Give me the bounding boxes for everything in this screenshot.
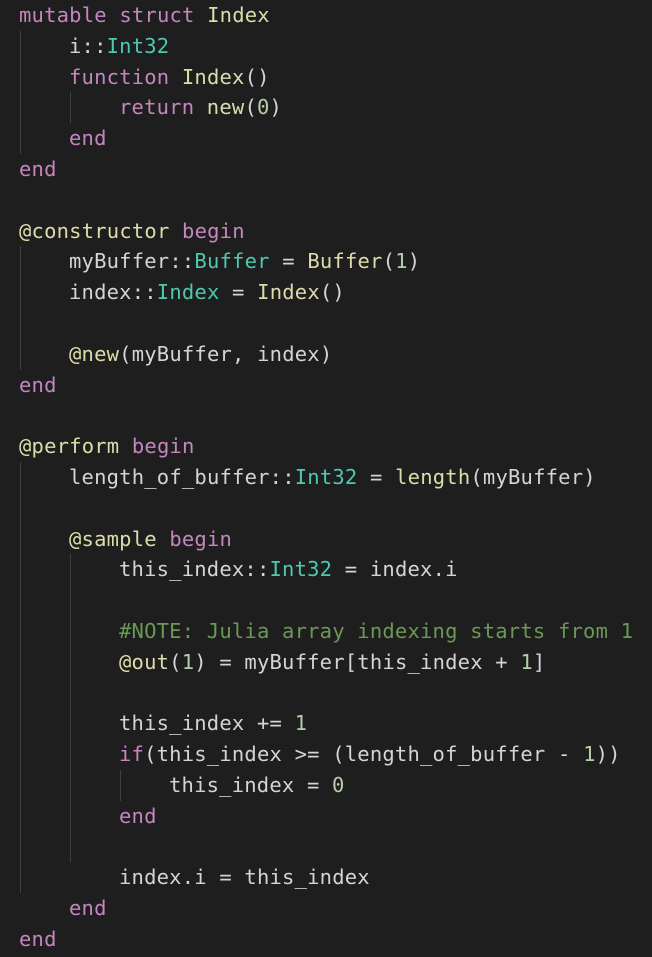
code-token: 1 (181, 649, 195, 674)
code-line[interactable]: myBuffer::Buffer = Buffer(1) (69, 246, 420, 276)
code-token: @out (119, 649, 170, 674)
code-token: ( (244, 95, 257, 120)
code-token: ) (269, 95, 283, 120)
code-token: end (69, 896, 107, 921)
code-token: (this_index >= (length_of_buffer - (144, 742, 584, 767)
code-token: Int32 (294, 465, 358, 489)
code-token: new (194, 95, 245, 120)
code-token: index.i = this_index (119, 865, 370, 890)
code-line[interactable]: @new(myBuffer, index) (69, 339, 332, 369)
code-token: Index (257, 280, 320, 305)
code-token: = index.i (332, 557, 458, 582)
code-line[interactable]: #NOTE: Julia array indexing starts from … (119, 616, 633, 646)
code-token: ( (169, 649, 182, 674)
code-token: Index (169, 64, 245, 89)
code-token: function (69, 64, 170, 89)
code-token: end (19, 372, 57, 397)
code-line[interactable]: @sample begin (69, 524, 232, 554)
code-token: Int32 (106, 33, 170, 58)
code-token: (myBuffer) (470, 465, 596, 489)
code-token: = (269, 249, 308, 274)
code-token: @new (69, 341, 120, 366)
code-token: ) = myBuffer[this_index + (194, 649, 521, 674)
code-token: 1 (583, 742, 596, 767)
indent-guide (70, 92, 71, 124)
code-token: Index (194, 3, 270, 27)
code-token: begin (156, 526, 233, 551)
code-token: @sample (69, 526, 157, 551)
code-line[interactable]: this_index += 1 (119, 708, 307, 738)
code-token: ] (532, 649, 546, 674)
code-token: () (319, 280, 345, 305)
code-line[interactable]: end (119, 801, 157, 831)
code-token: 0 (332, 773, 345, 797)
code-token: end (19, 927, 57, 951)
code-token: () (244, 64, 270, 89)
code-token: i:: (69, 33, 107, 58)
code-token: this_index += (119, 711, 295, 736)
code-token: @constructor (19, 218, 170, 243)
code-token: Index (156, 280, 220, 305)
code-token: mutable struct (19, 3, 195, 27)
code-token: @perform (19, 434, 120, 459)
code-line[interactable]: this_index::Int32 = index.i (119, 554, 458, 584)
code-token: this_index:: (119, 557, 270, 582)
code-token: 0 (256, 95, 270, 120)
code-line[interactable]: if(this_index >= (length_of_buffer - 1)) (119, 739, 621, 769)
code-line[interactable]: @perform begin (19, 431, 195, 461)
indent-guide (20, 246, 21, 370)
code-token: = (357, 465, 396, 489)
code-token: end (69, 126, 107, 151)
code-token: length_of_buffer:: (69, 465, 295, 489)
code-token: return (119, 95, 195, 120)
code-token: #NOTE: Julia array indexing starts from … (119, 619, 634, 643)
code-token: end (119, 803, 157, 828)
code-line[interactable]: @out(1) = myBuffer[this_index + 1] (119, 647, 545, 677)
code-token: begin (169, 218, 245, 243)
code-line[interactable]: end (69, 123, 107, 153)
code-line[interactable]: end (19, 924, 57, 954)
code-token: this_index = (169, 773, 333, 797)
code-line[interactable]: end (69, 893, 107, 923)
code-line[interactable]: length_of_buffer::Int32 = length(myBuffe… (69, 462, 596, 492)
code-token: ) (407, 249, 421, 274)
code-line[interactable]: end (19, 370, 57, 400)
code-token: if (119, 742, 145, 767)
code-token: 1 (294, 711, 308, 736)
code-token: begin (119, 434, 195, 459)
code-token: ( (382, 249, 396, 274)
indent-guide (120, 770, 121, 801)
indent-guide (20, 30, 21, 154)
code-line[interactable]: return new(0) (119, 92, 282, 122)
code-token: Buffer (307, 249, 383, 274)
code-token: 1 (520, 649, 533, 674)
indent-guide (70, 554, 71, 863)
code-line[interactable]: end (19, 154, 57, 184)
code-token: 1 (395, 249, 408, 274)
code-line[interactable]: function Index() (69, 62, 270, 92)
code-line[interactable]: i::Int32 (69, 31, 169, 61)
code-token: length (395, 465, 471, 489)
code-token: Int32 (269, 557, 333, 582)
code-token: Buffer (194, 249, 270, 274)
code-line[interactable]: index.i = this_index (119, 862, 370, 892)
code-line[interactable]: index::Index = Index() (69, 277, 345, 307)
code-line[interactable]: @constructor begin (19, 216, 245, 246)
code-token: myBuffer:: (69, 249, 195, 274)
code-line[interactable]: this_index = 0 (169, 770, 345, 800)
code-token: index:: (69, 280, 157, 305)
code-token: = (219, 280, 258, 305)
code-token: end (19, 157, 57, 181)
code-line[interactable]: mutable struct Index (19, 0, 270, 30)
indent-guide (20, 462, 21, 894)
code-token: )) (595, 742, 621, 767)
code-editor[interactable]: mutable struct Index i::Int32 function Ind… (0, 0, 652, 957)
code-token: (myBuffer, index) (119, 341, 333, 366)
